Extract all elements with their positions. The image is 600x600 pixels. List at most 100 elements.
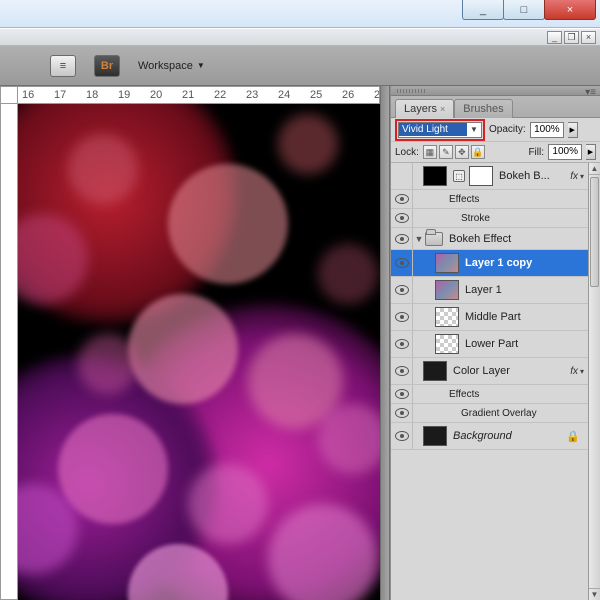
folder-icon [425, 232, 443, 246]
eye-icon [395, 213, 409, 223]
link-mask-icon[interactable]: ⬚ [453, 170, 465, 182]
canvas-area: 16 17 18 19 20 21 22 23 24 25 26 27 [0, 86, 380, 600]
eye-icon [395, 339, 409, 349]
chevron-down-icon[interactable]: ▾ [580, 172, 584, 181]
layer-name[interactable]: Bokeh Effect [449, 233, 588, 245]
lock-label: Lock: [395, 147, 419, 158]
layer-row-background[interactable]: Background 🔒 [391, 423, 588, 450]
vertical-ruler[interactable] [0, 104, 18, 600]
layer-name[interactable]: Color Layer [453, 365, 570, 377]
maximize-button[interactable]: □ [503, 0, 545, 20]
close-icon: × [567, 4, 573, 16]
ruler-tick: 17 [54, 89, 66, 101]
layer-thumbnail[interactable] [435, 334, 459, 354]
doc-minimize-button[interactable]: _ [547, 31, 562, 44]
fx-badge[interactable]: fx [570, 171, 578, 182]
layer-name[interactable]: Middle Part [465, 311, 588, 323]
visibility-toggle[interactable] [391, 190, 413, 208]
fill-input[interactable]: 100% [548, 144, 582, 160]
layer-name[interactable]: Background [453, 430, 566, 442]
eye-icon [395, 366, 409, 376]
layers-scrollbar[interactable]: ▲ ▼ [588, 163, 600, 600]
tab-close-icon[interactable]: × [440, 104, 445, 114]
chevron-down-icon[interactable]: ▾ [580, 367, 584, 376]
layer-thumbnail[interactable] [435, 280, 459, 300]
visibility-toggle[interactable] [391, 358, 413, 384]
effect-stroke-row[interactable]: Stroke [391, 209, 588, 228]
eye-icon [395, 389, 409, 399]
ruler-origin[interactable] [0, 86, 18, 104]
ruler-tick: 27 [374, 89, 380, 101]
layer-thumbnail[interactable] [423, 166, 447, 186]
layer-name[interactable]: Bokeh B... [499, 170, 570, 182]
ruler-tick: 20 [150, 89, 162, 101]
bridge-icon[interactable]: Br [94, 55, 120, 77]
effects-label: Effects [449, 194, 479, 205]
mask-thumbnail[interactable] [469, 166, 493, 186]
layer-row[interactable]: Color Layer fx ▾ [391, 358, 588, 385]
visibility-toggle[interactable] [391, 423, 413, 449]
lock-icon: 🔒 [566, 430, 580, 443]
layer-row[interactable]: Lower Part [391, 331, 588, 358]
doc-restore-button[interactable]: ❐ [564, 31, 579, 44]
layer-row[interactable]: Middle Part [391, 304, 588, 331]
lock-pixels-icon[interactable]: ✎ [439, 145, 453, 159]
visibility-toggle[interactable] [391, 163, 413, 189]
visibility-toggle[interactable] [391, 209, 413, 227]
visibility-toggle[interactable] [391, 331, 413, 357]
layer-row-selected[interactable]: Layer 1 copy [391, 250, 588, 277]
ruler-tick: 21 [182, 89, 194, 101]
effects-row[interactable]: Effects [391, 190, 588, 209]
layer-thumbnail[interactable] [423, 426, 447, 446]
layer-row[interactable]: ⬚ Bokeh B... fx ▾ [391, 163, 588, 190]
ruler-row: 16 17 18 19 20 21 22 23 24 25 26 27 [0, 86, 380, 104]
panel-grip[interactable]: ▾≡ [391, 86, 600, 96]
layer-name[interactable]: Layer 1 [465, 284, 588, 296]
ruler-tick: 26 [342, 89, 354, 101]
layer-thumbnail[interactable] [435, 253, 459, 273]
view-extras-icon[interactable]: ≡ [50, 55, 76, 77]
layer-thumbnail[interactable] [423, 361, 447, 381]
scrollbar-thumb[interactable] [590, 177, 599, 287]
visibility-toggle[interactable] [391, 277, 413, 303]
close-button[interactable]: × [544, 0, 596, 20]
fill-flyout-icon[interactable]: ▶ [586, 144, 596, 160]
visibility-toggle[interactable] [391, 385, 413, 403]
layer-group-row[interactable]: ▼ Bokeh Effect [391, 228, 588, 250]
layers-panel: ▾≡ Layers× Brushes Vivid Light ▼ Opacity… [390, 86, 600, 600]
workspace-dropdown[interactable]: Workspace ▼ [138, 60, 205, 72]
tab-layers[interactable]: Layers× [395, 99, 454, 118]
ruler-tick: 16 [22, 89, 34, 101]
lock-all-icon[interactable]: 🔒 [471, 145, 485, 159]
eye-icon [395, 258, 409, 268]
horizontal-ruler[interactable]: 16 17 18 19 20 21 22 23 24 25 26 27 [18, 86, 380, 104]
visibility-toggle[interactable] [391, 304, 413, 330]
panel-menu-icon[interactable]: ▾≡ [585, 87, 596, 98]
minimize-icon: _ [480, 4, 486, 16]
lock-transparent-icon[interactable]: ▦ [423, 145, 437, 159]
layer-name[interactable]: Layer 1 copy [465, 257, 588, 269]
opacity-input[interactable]: 100% [530, 122, 564, 138]
tab-brushes[interactable]: Brushes [454, 99, 512, 118]
blend-mode-select[interactable]: Vivid Light ▼ [398, 122, 482, 138]
panel-gutter[interactable] [380, 86, 390, 600]
canvas[interactable] [18, 104, 380, 600]
visibility-toggle[interactable] [391, 404, 413, 422]
blend-highlight-box: Vivid Light ▼ [395, 119, 485, 141]
effects-row[interactable]: Effects [391, 385, 588, 404]
layer-thumbnail[interactable] [435, 307, 459, 327]
visibility-toggle[interactable] [391, 250, 413, 276]
eye-icon [395, 194, 409, 204]
scroll-up-icon[interactable]: ▲ [589, 163, 600, 175]
layer-row[interactable]: Layer 1 [391, 277, 588, 304]
visibility-toggle[interactable] [391, 228, 413, 249]
effect-gradient-row[interactable]: Gradient Overlay [391, 404, 588, 423]
minimize-button[interactable]: _ [462, 0, 504, 20]
layer-name[interactable]: Lower Part [465, 338, 588, 350]
lock-position-icon[interactable]: ✥ [455, 145, 469, 159]
disclosure-triangle-icon[interactable]: ▼ [413, 234, 425, 244]
opacity-flyout-icon[interactable]: ▶ [568, 122, 578, 138]
fx-badge[interactable]: fx [570, 366, 578, 377]
doc-close-button[interactable]: × [581, 31, 596, 44]
scroll-down-icon[interactable]: ▼ [589, 588, 600, 600]
